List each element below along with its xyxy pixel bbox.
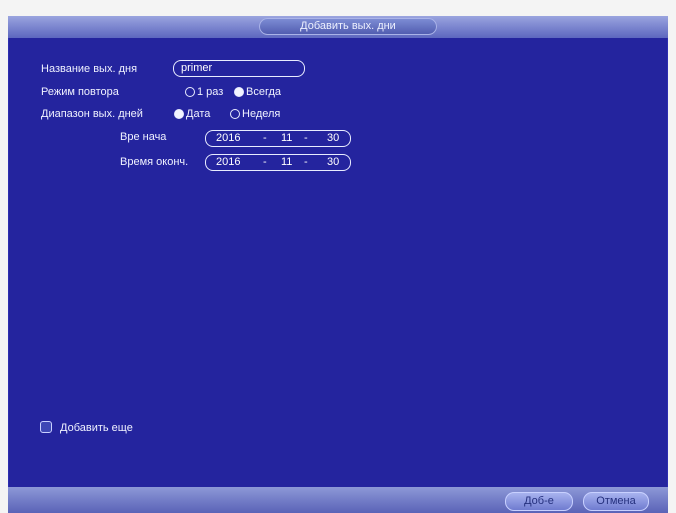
repeat-always-label: Всегда — [246, 86, 282, 98]
start-date-field[interactable]: 2016 - 11 - 30 — [205, 130, 351, 147]
end-time-label: Время оконч. — [120, 156, 189, 168]
range-date-label: Дата — [186, 108, 211, 120]
end-sep-1: - — [263, 156, 267, 168]
add-button[interactable]: Доб-е — [505, 492, 573, 511]
dialog-title: Добавить вых. дни — [259, 18, 437, 35]
range-week-radio[interactable] — [230, 109, 240, 119]
start-time-label: Вре нача — [120, 131, 167, 143]
end-date-field[interactable]: 2016 - 11 - 30 — [205, 154, 351, 171]
repeat-mode-label: Режим повтора — [41, 86, 119, 98]
start-sep-2: - — [304, 132, 308, 144]
footer-bar: Доб-е Отмена — [8, 487, 668, 513]
end-sep-2: - — [304, 156, 308, 168]
end-year[interactable]: 2016 — [216, 155, 240, 170]
holiday-name-label: Название вых. дня — [41, 63, 138, 75]
start-month[interactable]: 11 — [281, 131, 292, 146]
range-week-label: Неделя — [242, 108, 281, 120]
repeat-always-radio[interactable] — [234, 87, 244, 97]
range-date-radio[interactable] — [174, 109, 184, 119]
holiday-range-label: Диапазон вых. дней — [41, 108, 143, 120]
holiday-name-value: primer — [181, 62, 213, 74]
add-more-checkbox[interactable] — [40, 421, 52, 433]
end-month[interactable]: 11 — [281, 155, 292, 170]
start-day[interactable]: 30 — [327, 131, 339, 146]
start-sep-1: - — [263, 132, 267, 144]
holiday-dialog: Добавить вых. дни Название вых. дня prim… — [8, 16, 668, 513]
cancel-button[interactable]: Отмена — [583, 492, 649, 511]
title-bar: Добавить вых. дни — [8, 16, 668, 38]
repeat-once-radio[interactable] — [185, 87, 195, 97]
repeat-once-label: 1 раз — [197, 86, 224, 98]
end-day[interactable]: 30 — [327, 155, 339, 170]
holiday-name-input[interactable]: primer — [173, 60, 305, 77]
add-more-label: Добавить еще — [60, 422, 133, 434]
start-year[interactable]: 2016 — [216, 131, 240, 146]
